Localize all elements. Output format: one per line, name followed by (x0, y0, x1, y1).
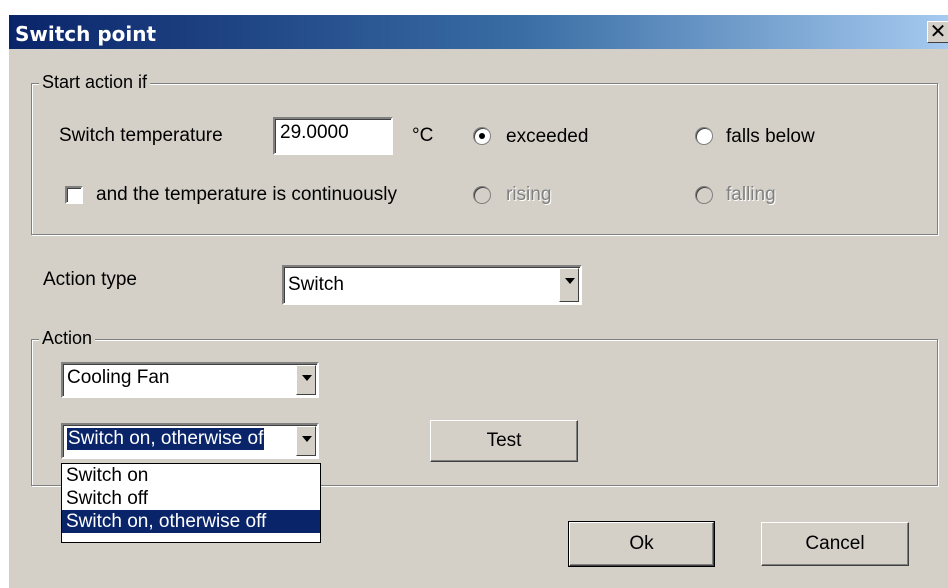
falls-below-label[interactable]: falls below (726, 126, 815, 148)
action-type-value: Switch (288, 274, 344, 295)
switch-temperature-label: Switch temperature (59, 125, 223, 146)
option-switch-on-otherwise-off[interactable]: Switch on, otherwise off (62, 510, 320, 533)
close-button[interactable]: ✕ (927, 21, 948, 43)
falling-label: falling (726, 184, 776, 205)
start-action-group (31, 83, 938, 235)
temperature-input[interactable]: 29.0000 (273, 117, 393, 155)
mode-value: Switch on, otherwise of (67, 428, 265, 450)
window-title: Switch point (15, 22, 157, 46)
continuous-checkbox[interactable] (65, 186, 83, 204)
falling-radio[interactable] (695, 186, 713, 204)
falls-below-radio[interactable] (695, 127, 713, 145)
test-button-label: Test (486, 430, 522, 451)
exceeded-label[interactable]: exceeded (506, 126, 588, 148)
action-type-select[interactable]: Switch (282, 265, 582, 305)
cancel-button-label: Cancel (805, 533, 865, 554)
switch-point-dialog: Switch point ✕ Start action if Switch te… (8, 14, 948, 588)
chevron-down-icon[interactable] (296, 426, 316, 456)
action-legend: Action (39, 328, 96, 349)
close-icon: ✕ (929, 19, 947, 43)
unit-label: °C (412, 125, 434, 146)
chevron-down-icon[interactable] (559, 268, 579, 302)
action-type-label: Action type (43, 269, 137, 290)
device-value: Cooling Fan (67, 367, 170, 388)
mode-select[interactable]: Switch on, otherwise of (61, 423, 319, 459)
test-button[interactable]: Test (430, 420, 578, 462)
title-bar[interactable]: Switch point (9, 15, 948, 49)
temperature-value: 29.0000 (280, 122, 349, 143)
ok-button[interactable]: Ok (568, 521, 715, 567)
ok-button-label: Ok (629, 533, 654, 554)
exceeded-radio[interactable] (473, 127, 491, 145)
device-select[interactable]: Cooling Fan (61, 362, 319, 398)
chevron-down-icon[interactable] (296, 365, 316, 395)
rising-radio[interactable] (473, 186, 491, 204)
rising-label: rising (506, 184, 552, 205)
option-switch-on[interactable]: Switch on (62, 464, 320, 487)
radio-selected-dot (479, 133, 485, 139)
continuous-label[interactable]: and the temperature is continuously (96, 184, 397, 206)
mode-dropdown-list: Switch on Switch off Switch on, otherwis… (61, 463, 321, 543)
option-switch-off[interactable]: Switch off (62, 487, 320, 510)
cancel-button[interactable]: Cancel (761, 522, 909, 566)
start-action-legend: Start action if (39, 72, 151, 93)
